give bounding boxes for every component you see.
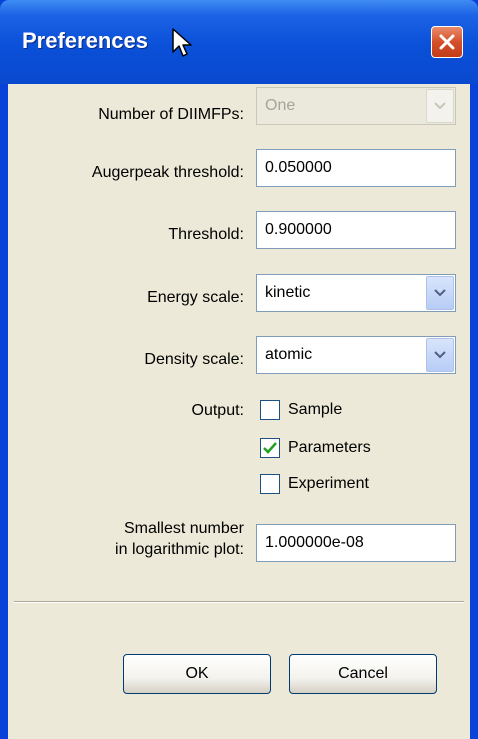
checkmark-icon: [263, 442, 277, 454]
energy-scale-dropdown-button[interactable]: [426, 276, 454, 310]
threshold-value: 0.900000: [265, 221, 332, 238]
threshold-label: Threshold:: [168, 226, 244, 243]
augerpeak-input[interactable]: 0.050000: [256, 149, 456, 187]
density-scale-value: atomic: [265, 346, 313, 363]
chevron-down-icon: [434, 102, 446, 110]
mouse-cursor-icon: [172, 28, 192, 57]
energy-scale-label: Energy scale:: [147, 289, 244, 306]
energy-scale-select[interactable]: kinetic: [256, 274, 456, 312]
energy-scale-value: kinetic: [265, 284, 311, 301]
threshold-input[interactable]: 0.900000: [256, 211, 456, 249]
dialog-body: Number of DIIMFPs: One Augerpeak thresho…: [8, 84, 470, 739]
parameters-checkbox[interactable]: Parameters: [260, 438, 371, 458]
output-label: Output:: [191, 402, 244, 419]
chevron-down-icon: [434, 351, 446, 359]
density-scale-select[interactable]: atomic: [256, 336, 456, 374]
sample-checkbox-box[interactable]: [260, 400, 280, 420]
window-title: Preferences: [22, 28, 148, 53]
separator: [14, 601, 464, 603]
augerpeak-label: Augerpeak threshold:: [91, 164, 244, 181]
diimfps-label: Number of DIIMFPs:: [98, 106, 244, 123]
cancel-button[interactable]: Cancel: [289, 654, 437, 694]
title-bar[interactable]: Preferences: [0, 0, 478, 84]
sample-checkbox-label: Sample: [288, 401, 343, 418]
parameters-checkbox-label: Parameters: [288, 439, 371, 456]
experiment-checkbox[interactable]: Experiment: [260, 474, 369, 494]
parameters-checkbox-box[interactable]: [260, 438, 280, 458]
experiment-checkbox-box[interactable]: [260, 474, 280, 494]
density-scale-dropdown-button[interactable]: [426, 338, 454, 372]
close-button[interactable]: [431, 26, 463, 58]
smallest-number-label-line1: Smallest number: [123, 520, 244, 537]
sample-checkbox[interactable]: Sample: [260, 400, 342, 420]
diimfps-value: One: [265, 97, 296, 114]
preferences-dialog: Preferences Number of DIIMFPs: One Auger…: [0, 0, 478, 739]
density-scale-label: Density scale:: [144, 351, 244, 368]
augerpeak-value: 0.050000: [265, 159, 332, 176]
close-icon: [439, 34, 455, 50]
chevron-down-icon: [434, 289, 446, 297]
ok-button[interactable]: OK: [123, 654, 271, 694]
smallest-number-input[interactable]: 1.000000e-08: [256, 524, 456, 562]
diimfps-select[interactable]: One: [256, 87, 456, 125]
smallest-number-label: Smallest number in logarithmic plot:: [115, 518, 244, 560]
experiment-checkbox-label: Experiment: [288, 475, 369, 492]
diimfps-dropdown-button[interactable]: [426, 89, 454, 123]
smallest-number-value: 1.000000e-08: [265, 534, 364, 551]
smallest-number-label-line2: in logarithmic plot:: [115, 541, 244, 558]
